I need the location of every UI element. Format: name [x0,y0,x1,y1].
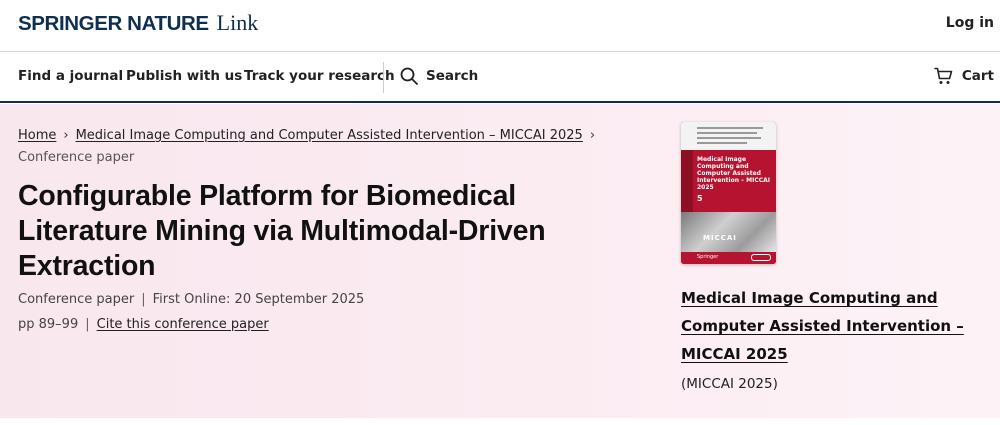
article-pages: pp 89–99 [18,317,79,332]
chevron-right-icon: › [589,128,596,143]
cover-publisher: Springer [697,254,719,260]
nav-publish-with-us[interactable]: Publish with us [126,68,242,84]
brand-link-wordmark: Link [216,10,259,35]
meta-separator: | [85,317,90,332]
cover-badge [751,254,771,261]
book-acronym: (MICCAI 2025) [681,376,778,392]
article-pages-line: pp 89–99 | Cite this conference paper [18,317,269,332]
article-meta-line: Conference paper | First Online: 20 Septem… [18,292,364,307]
nav-track-research[interactable]: Track your research [244,68,395,84]
breadcrumb-home[interactable]: Home [18,128,56,143]
cart-button[interactable]: Cart [934,67,994,85]
book-title-link[interactable]: Medical Image Computing and Computer Ass… [681,284,971,368]
cart-label: Cart [961,68,994,84]
breadcrumb-current: Conference paper [18,150,135,165]
article-hero: Home › Medical Image Computing and Compute… [0,104,1000,418]
top-header: SPRINGER NATURE Link Log in [0,0,1000,52]
brand-name: SPRINGER NATURE [18,12,209,35]
chevron-right-icon: › [63,128,69,143]
main-navigation: Find a journal Publish with us Track you… [0,52,1000,103]
nav-find-journal[interactable]: Find a journal [18,68,123,84]
breadcrumb: Home › Medical Image Computing and Compute… [18,125,638,169]
cover-title: Medical Image Computing and Computer Ass… [697,156,771,191]
search-icon [400,67,418,85]
search-label: Search [426,68,479,84]
cart-icon [934,67,953,84]
cover-artwork [681,212,776,252]
breadcrumb-conference[interactable]: Medical Image Computing and Computer Ass… [76,128,583,143]
cover-volume: 5 [697,194,703,203]
brand-logo[interactable]: SPRINGER NATURE Link [18,10,258,36]
nav-divider [383,62,384,93]
cover-series-logo: MICCAI [703,234,737,242]
search-button[interactable]: Search [400,67,478,85]
cite-paper-link[interactable]: Cite this conference paper [97,317,269,332]
book-title-text: Medical Image Computing and Computer Ass… [681,289,964,363]
cover-spine [681,150,693,212]
cover-editors-band [681,122,776,150]
meta-separator: | [141,292,146,307]
article-type: Conference paper [18,292,135,307]
book-cover-image[interactable]: Medical Image Computing and Computer Ass… [681,122,776,264]
first-online-date: First Online: 20 September 2025 [152,292,365,307]
login-link[interactable]: Log in [946,15,994,31]
article-title: Configurable Platform for Biomedical Lit… [18,180,546,282]
